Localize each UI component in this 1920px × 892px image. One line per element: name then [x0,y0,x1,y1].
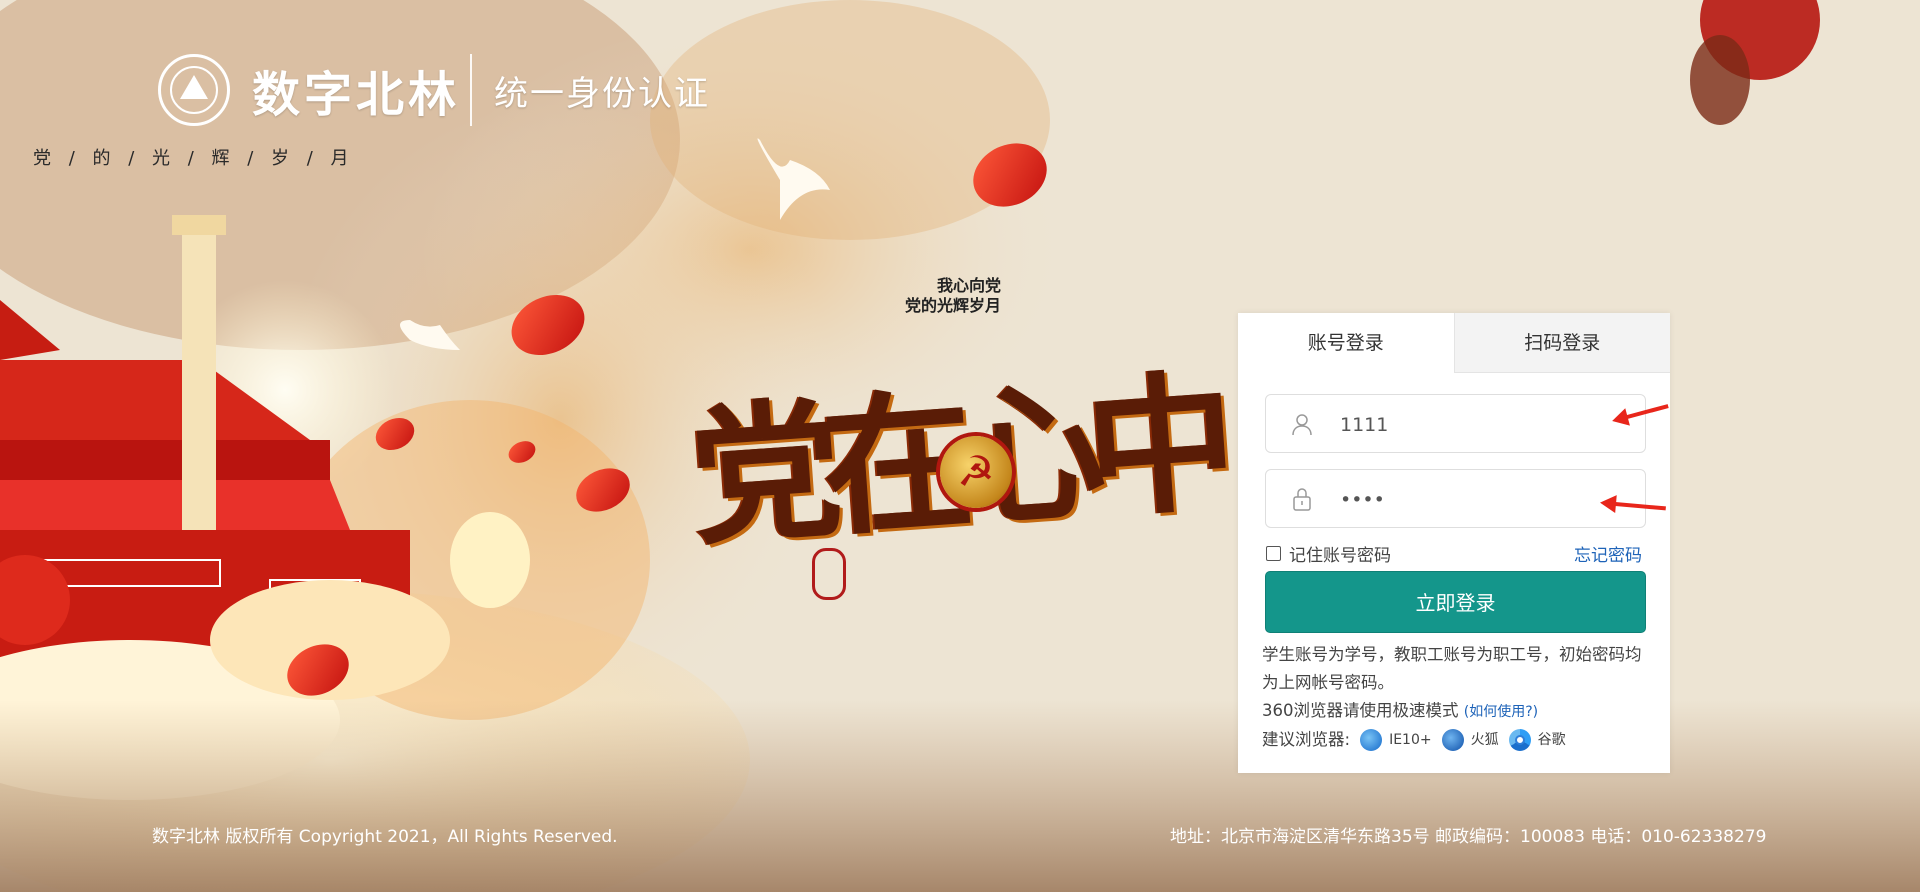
university-logo [158,54,230,126]
browser-ie-label: IE10+ [1389,732,1432,748]
tip-account: 学生账号为学号，教职工账号为职工号，初始密码均为上网帐号密码。 [1262,645,1642,692]
login-tips: 学生账号为学号，教职工账号为职工号，初始密码均为上网帐号密码。 360浏览器请使… [1262,641,1654,754]
tab-qr-login[interactable]: 扫码登录 [1453,313,1670,373]
login-button[interactable]: 立即登录 [1265,571,1646,633]
tip-360: 360浏览器请使用极速模式 (如何使用?) [1262,697,1654,726]
remember-checkbox[interactable] [1266,546,1281,561]
footer-copyright: 数字北林 版权所有 Copyright 2021，All Rights Rese… [152,827,618,847]
footer-address: 地址：北京市海淀区清华东路35号 邮政编码：100083 电话：010-6233… [1170,827,1767,847]
firefox-icon [1441,729,1464,751]
user-icon [1292,414,1312,436]
brand-subtitle: 统一身份认证 [494,73,711,114]
forgot-password-link[interactable]: 忘记密码 [1574,541,1642,566]
username-input[interactable] [1338,395,1632,454]
browser-label: 建议浏览器: [1262,730,1351,749]
browser-chrome-label: 谷歌 [1537,732,1566,748]
chrome-icon [1508,729,1531,751]
brand-header: 数字北林 统一身份认证 [158,54,710,126]
lock-icon [1293,488,1311,511]
password-input[interactable] [1338,470,1632,529]
remember-option[interactable]: 记住账号密码 [1266,541,1391,566]
browser-firefox-label: 火狐 [1470,732,1499,748]
slogan-line-2: 党的光辉岁月 [905,296,1002,315]
slogan-line-1: 我心向党 [937,276,1002,295]
remember-label: 记住账号密码 [1289,546,1391,566]
slogan-text: 我心向党 党的光辉岁月 [905,276,1001,316]
login-tabs: 账号登录 扫码登录 [1238,313,1670,373]
seal-stamp [812,548,846,600]
party-emblem-icon: ☭ [940,436,1012,508]
brand-divider [470,54,473,126]
browser-ie[interactable]: IE10+ [1360,726,1432,754]
brand-name: 数字北林 [252,67,461,123]
tab-account-login[interactable]: 账号登录 [1238,313,1454,373]
username-field[interactable] [1265,394,1646,454]
how-to-use-link[interactable]: (如何使用?) [1464,704,1538,720]
tip-360-text: 360浏览器请使用极速模式 [1262,701,1459,720]
motto-text: 党 / 的 / 光 / 辉 / 岁 / 月 [33,148,355,169]
password-field[interactable] [1265,469,1646,529]
browser-chrome[interactable]: 谷歌 [1508,726,1566,754]
browser-firefox[interactable]: 火狐 [1441,726,1499,754]
ie-icon [1360,729,1383,751]
browser-recommendations: 建议浏览器: IE10+ 火狐 谷歌 [1262,726,1654,754]
login-panel: 账号登录 扫码登录 记住账号密码 忘记密码 立即登录 学生账号为学号，教职工账号… [1238,313,1670,773]
